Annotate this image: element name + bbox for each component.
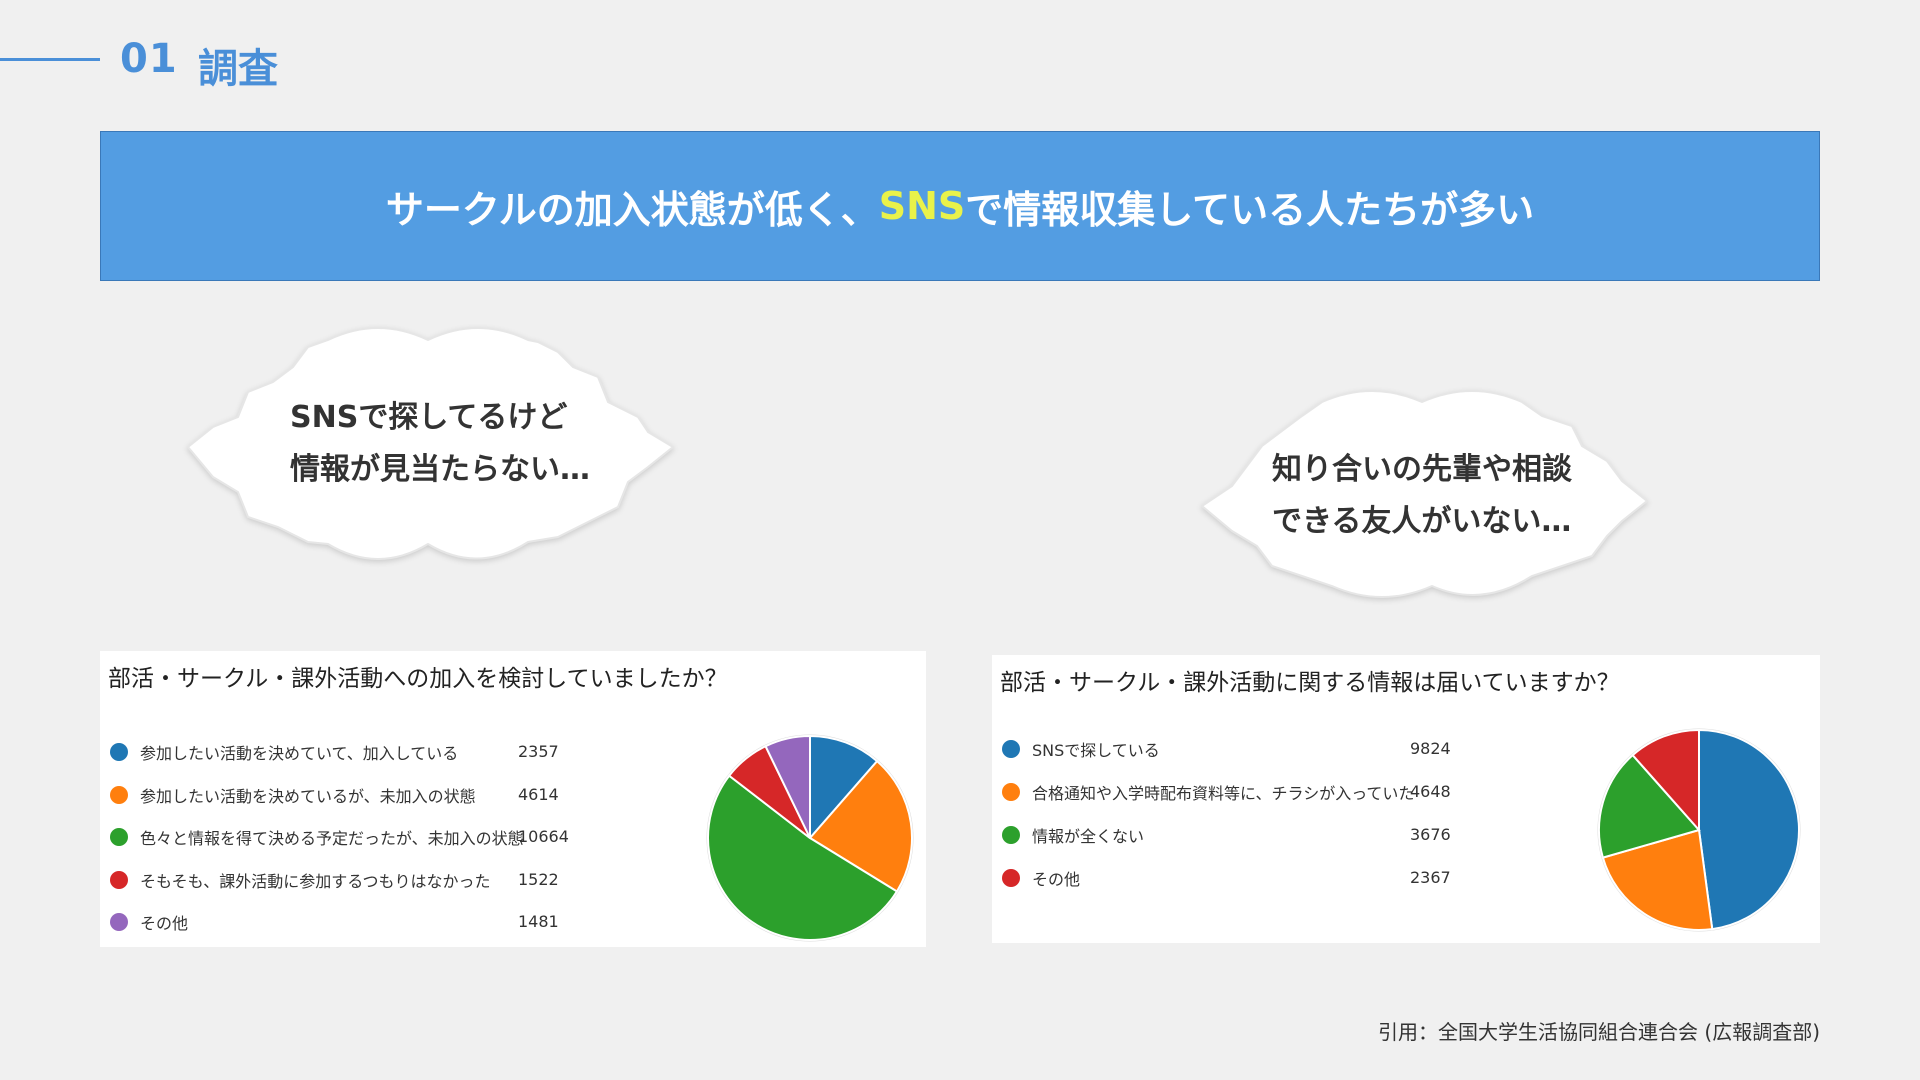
chart-2-legend-item: SNSで探している <box>1002 734 1160 764</box>
legend-label: その他 <box>1032 870 1081 889</box>
legend-swatch <box>110 828 128 846</box>
legend-label: 合格通知や入学時配布資料等に、チラシが入っていた <box>1032 784 1415 803</box>
legend-value: 4614 <box>518 784 559 804</box>
chart-2-pie <box>1597 728 1801 932</box>
legend-value: 10664 <box>518 827 569 846</box>
chart-1-title: 部活・サークル・課外活動への加入を検討していましたか？ <box>108 666 728 692</box>
section-line <box>0 58 100 61</box>
chart-1-legend-item: 参加したい活動を決めていて、加入している <box>110 737 458 767</box>
legend-swatch <box>110 913 128 931</box>
chart-1-legend-item: 参加したい活動を決めているが、未加入の状態 <box>110 780 476 810</box>
legend-label: 情報が全くない <box>1032 827 1145 846</box>
section-number: 01 <box>120 36 178 82</box>
legend-label: SNSで探している <box>1032 741 1160 760</box>
bubble-1-line-2: 情報が見当たらない… <box>290 452 590 487</box>
headline-text-before: サークルの加入状態が低く、 <box>385 187 879 232</box>
legend-label: そもそも、課外活動に参加するつもりはなかった <box>140 871 491 891</box>
speech-bubble-1: SNSで探してるけど 情報が見当たらない… <box>178 322 700 568</box>
chart-2-legend-item: その他 <box>1002 863 1080 893</box>
legend-swatch <box>1002 783 1020 801</box>
bubble-2-line-1: 知り合いの先輩や相談 <box>1272 452 1572 487</box>
headline-text-after: で情報収集している人たちが多い <box>965 187 1535 232</box>
chart-1-legend-item: 色々と情報を得て決める予定だったが、未加入の状態 <box>110 822 524 852</box>
legend-value: 3676 <box>1410 825 1451 844</box>
legend-label: 参加したい活動を決めていて、加入している <box>140 744 459 763</box>
chart-1-legend-item: その他 <box>110 907 188 937</box>
legend-value: 9824 <box>1410 739 1451 758</box>
chart-1-legend-item: そもそも、課外活動に参加するつもりはなかった <box>110 865 491 895</box>
legend-value: 2367 <box>1410 868 1451 887</box>
legend-swatch <box>110 870 128 889</box>
chart-2-legend-item: 情報が全くない <box>1002 820 1144 850</box>
headline-highlight: SNS <box>878 184 966 228</box>
chart-1-pie <box>706 734 914 942</box>
chart-2-title: 部活・サークル・課外活動に関する情報は届いていますか？ <box>1000 670 1620 696</box>
legend-swatch <box>110 743 128 761</box>
legend-swatch <box>1002 826 1020 844</box>
headline-banner: サークルの加入状態が低く、 SNS で情報収集している人たちが多い <box>100 131 1820 281</box>
bubble-1-line-1: SNSで探してるけど <box>290 400 568 435</box>
legend-swatch <box>110 785 128 804</box>
legend-label: その他 <box>140 914 189 933</box>
pie-slice <box>1698 728 1800 931</box>
legend-swatch <box>1002 869 1020 887</box>
speech-bubble-2: 知り合いの先輩や相談 できる友人がいない… <box>1182 386 1666 612</box>
bubble-2-line-2: できる友人がいない… <box>1272 504 1572 539</box>
legend-label: 色々と情報を得て決める予定だったが、未加入の状態 <box>140 829 524 848</box>
citation: 引用：全国大学生活協同組合連合会 (広報調査部) <box>1378 1020 1820 1044</box>
legend-value: 2357 <box>518 742 559 761</box>
legend-value: 1522 <box>518 869 559 889</box>
legend-value: 1481 <box>518 912 559 931</box>
chart-card-1: 部活・サークル・課外活動への加入を検討していましたか？ 参加したい活動を決めてい… <box>100 651 926 947</box>
chart-card-2: 部活・サークル・課外活動に関する情報は届いていますか？ SNSで探している合格通… <box>992 655 1820 943</box>
section-title: 調査 <box>198 46 278 92</box>
legend-label: 参加したい活動を決めているが、未加入の状態 <box>140 786 476 806</box>
legend-swatch <box>1002 740 1020 758</box>
chart-2-legend-item: 合格通知や入学時配布資料等に、チラシが入っていた <box>1002 777 1414 807</box>
legend-value: 4648 <box>1410 782 1451 801</box>
